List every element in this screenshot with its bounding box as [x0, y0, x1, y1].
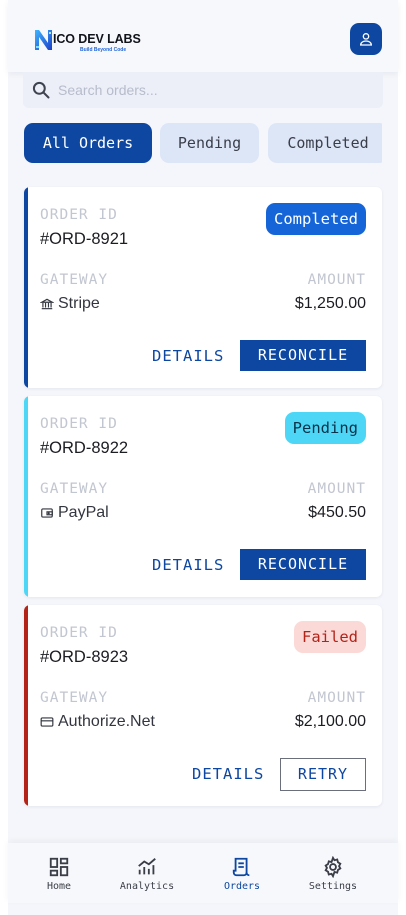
tab-pending[interactable]: Pending [160, 123, 259, 163]
status-badge: Completed [266, 203, 366, 235]
amount-label: AMOUNT [307, 272, 366, 288]
amount-label: AMOUNT [307, 481, 366, 497]
wallet-icon [41, 508, 53, 518]
profile-button[interactable] [350, 23, 382, 55]
order-id-label: ORDER ID [40, 625, 118, 641]
gateway-name: Stripe [58, 295, 100, 312]
status-accent-bar [24, 187, 28, 388]
filter-tabs: All Orders Pending Completed [24, 123, 382, 163]
gear-icon [324, 856, 342, 878]
search-bar [23, 72, 383, 108]
nav-label: Analytics [119, 881, 175, 892]
bottom-navigation: Home Analytics Orders Settings [8, 843, 398, 903]
credit-card-icon [40, 717, 54, 727]
brand-tagline: Build Beyond Code [80, 47, 127, 53]
status-badge: Pending [284, 412, 366, 444]
search-input[interactable] [58, 79, 358, 101]
order-id-value: #ORD-8922 [40, 439, 129, 457]
logo-n-icon [35, 30, 52, 50]
brand-title: ICO DEV LABS [53, 32, 141, 46]
details-button[interactable]: DETAILS [192, 758, 264, 790]
reconcile-button[interactable]: RECONCILE [240, 340, 366, 371]
order-id-value: #ORD-8923 [40, 648, 129, 666]
gateway-value: Stripe [40, 295, 100, 313]
nav-label: Settings [308, 881, 358, 892]
gateway-name: Authorize.Net [58, 713, 155, 730]
tab-all-orders[interactable]: All Orders [24, 123, 152, 163]
nav-item-settings[interactable]: Settings [288, 843, 378, 903]
order-id-value: #ORD-8921 [40, 230, 129, 248]
order-card[interactable]: ORDER ID #ORD-8923 Failed GATEWAY AMOUNT… [24, 605, 382, 806]
details-button[interactable]: DETAILS [152, 340, 224, 372]
status-accent-bar [24, 396, 28, 597]
order-id-label: ORDER ID [40, 416, 118, 432]
user-icon [359, 33, 373, 46]
nav-label: Orders [223, 881, 261, 892]
tab-completed[interactable]: Completed [268, 123, 382, 163]
brand-logo[interactable]: ICO DEV LABS Build Beyond Code [34, 28, 141, 56]
amount-value: $450.50 [308, 504, 366, 521]
details-button[interactable]: DETAILS [152, 549, 224, 581]
top-app-bar: ICO DEV LABS Build Beyond Code [8, 0, 398, 72]
amount-label: AMOUNT [307, 690, 366, 706]
gateway-label: GATEWAY [40, 481, 109, 497]
nav-label: Home [46, 881, 72, 892]
search-icon [32, 81, 50, 99]
gateway-value: Authorize.Net [40, 713, 155, 731]
status-accent-bar [24, 605, 28, 806]
nav-item-analytics[interactable]: Analytics [102, 843, 192, 903]
app-frame: ICO DEV LABS Build Beyond Code All Order… [8, 0, 398, 915]
dashboard-icon [49, 857, 69, 877]
reconcile-button[interactable]: RECONCILE [240, 549, 366, 580]
gateway-label: GATEWAY [40, 272, 109, 288]
gateway-value: PayPal [40, 504, 109, 522]
analytics-icon [138, 858, 156, 875]
retry-button[interactable]: RETRY [280, 758, 366, 791]
receipt-icon [232, 857, 250, 877]
gateway-name: PayPal [58, 504, 109, 521]
amount-value: $1,250.00 [294, 295, 366, 312]
bank-icon [40, 298, 54, 310]
nav-item-home[interactable]: Home [14, 843, 104, 903]
gateway-label: GATEWAY [40, 690, 109, 706]
status-badge: Failed [294, 621, 366, 653]
order-card[interactable]: ORDER ID #ORD-8922 Pending GATEWAY AMOUN… [24, 396, 382, 597]
order-id-label: ORDER ID [40, 207, 118, 223]
nav-item-orders[interactable]: Orders [197, 843, 287, 903]
amount-value: $2,100.00 [294, 713, 366, 730]
order-card[interactable]: ORDER ID #ORD-8921 Completed GATEWAY AMO… [24, 187, 382, 388]
